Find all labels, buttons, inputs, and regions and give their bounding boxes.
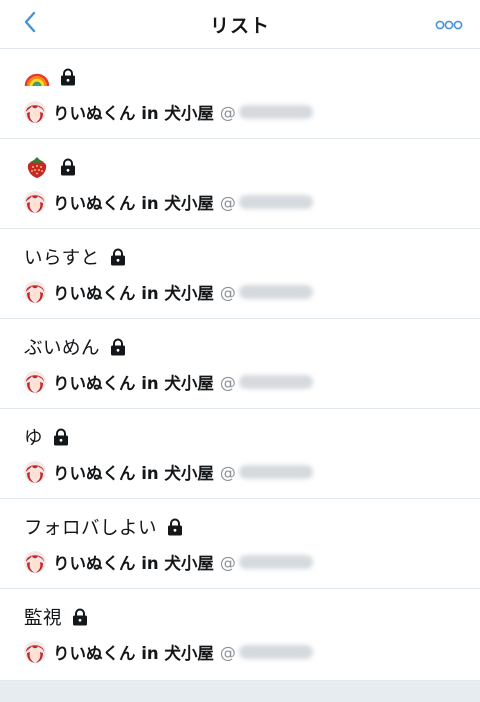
bottom-spacer bbox=[0, 683, 480, 702]
lock-icon bbox=[71, 608, 89, 626]
list-name-row bbox=[24, 153, 77, 181]
list-owner-row: りいぬくん in 犬小屋 @ bbox=[24, 189, 313, 215]
chevron-left-icon bbox=[23, 11, 37, 37]
lock-icon bbox=[59, 158, 77, 176]
avatar[interactable] bbox=[24, 281, 46, 303]
lock-icon bbox=[109, 248, 127, 266]
list-owner-row: りいぬくん in 犬小屋 @ bbox=[24, 639, 313, 665]
list-owner-row: りいぬくん in 犬小屋 @ bbox=[24, 99, 313, 125]
owner-handle: @ bbox=[219, 282, 236, 302]
blurred-handle bbox=[238, 195, 313, 209]
owner-handle: @ bbox=[219, 462, 236, 482]
list-item[interactable]: りいぬくん in 犬小屋 @ bbox=[0, 139, 480, 229]
owner-name: りいぬくん in 犬小屋 bbox=[53, 644, 214, 663]
list-item[interactable]: りいぬくん in 犬小屋 @ bbox=[0, 49, 480, 139]
list-name-row: ゆ bbox=[24, 423, 70, 451]
avatar[interactable] bbox=[24, 191, 46, 213]
lock-icon bbox=[59, 68, 77, 86]
owner-name: りいぬくん in 犬小屋 bbox=[53, 374, 214, 393]
list-item[interactable]: ぶいめん りいぬくん in 犬小屋 @ bbox=[0, 319, 480, 409]
list-name: ぶいめん bbox=[24, 338, 101, 359]
avatar[interactable] bbox=[24, 461, 46, 483]
page-title: リスト bbox=[209, 14, 270, 37]
blurred-handle bbox=[238, 465, 313, 479]
owner-name: りいぬくん in 犬小屋 bbox=[53, 104, 214, 123]
owner-handle: @ bbox=[219, 192, 236, 212]
list-name: いらすと bbox=[24, 248, 100, 269]
lists-list: りいぬくん in 犬小屋 @ りいぬくん in 犬小屋 @ いらすと りいぬくん… bbox=[0, 49, 480, 681]
owner-name: りいぬくん in 犬小屋 bbox=[53, 464, 214, 483]
rainbow-icon bbox=[24, 65, 50, 89]
list-name: フォロバしよい bbox=[24, 518, 158, 539]
avatar[interactable] bbox=[24, 641, 46, 663]
blurred-handle bbox=[238, 645, 313, 659]
list-name-row bbox=[24, 63, 77, 91]
list-owner-row: りいぬくん in 犬小屋 @ bbox=[24, 279, 313, 305]
list-owner-row: りいぬくん in 犬小屋 @ bbox=[24, 549, 313, 575]
more-horizontal-icon bbox=[435, 15, 463, 34]
list-name-row: 監視 bbox=[24, 603, 89, 631]
blurred-handle bbox=[238, 105, 313, 119]
list-item[interactable]: ゆ りいぬくん in 犬小屋 @ bbox=[0, 409, 480, 499]
nav-header: リスト bbox=[0, 0, 480, 49]
back-button[interactable] bbox=[14, 8, 46, 40]
avatar[interactable] bbox=[24, 371, 46, 393]
list-item[interactable]: 監視 りいぬくん in 犬小屋 @ bbox=[0, 589, 480, 681]
owner-handle: @ bbox=[219, 642, 236, 662]
lists-screen: リスト りいぬくん in 犬小屋 @ りいぬくん in 犬小屋 @ いらすと り… bbox=[0, 0, 480, 702]
list-owner-row: りいぬくん in 犬小屋 @ bbox=[24, 369, 313, 395]
lock-icon bbox=[166, 518, 184, 536]
list-item[interactable]: いらすと りいぬくん in 犬小屋 @ bbox=[0, 229, 480, 319]
list-name-row: フォロバしよい bbox=[24, 513, 184, 541]
owner-name: りいぬくん in 犬小屋 bbox=[53, 194, 214, 213]
owner-handle: @ bbox=[219, 372, 236, 392]
owner-handle: @ bbox=[219, 102, 236, 122]
blurred-handle bbox=[238, 375, 313, 389]
owner-handle: @ bbox=[219, 552, 236, 572]
avatar[interactable] bbox=[24, 551, 46, 573]
lock-icon bbox=[109, 338, 127, 356]
list-item[interactable]: フォロバしよい りいぬくん in 犬小屋 @ bbox=[0, 499, 480, 589]
owner-name: りいぬくん in 犬小屋 bbox=[53, 554, 214, 573]
lock-icon bbox=[52, 428, 70, 446]
owner-name: りいぬくん in 犬小屋 bbox=[53, 284, 214, 303]
list-name: ゆ bbox=[24, 428, 44, 449]
strawberry-icon bbox=[24, 155, 50, 179]
avatar[interactable] bbox=[24, 101, 46, 123]
blurred-handle bbox=[238, 555, 313, 569]
list-owner-row: りいぬくん in 犬小屋 @ bbox=[24, 459, 313, 485]
list-name-row: いらすと bbox=[24, 243, 127, 271]
list-name-row: ぶいめん bbox=[24, 333, 127, 361]
more-button[interactable] bbox=[432, 8, 466, 40]
blurred-handle bbox=[238, 285, 313, 299]
list-name: 監視 bbox=[24, 608, 63, 629]
